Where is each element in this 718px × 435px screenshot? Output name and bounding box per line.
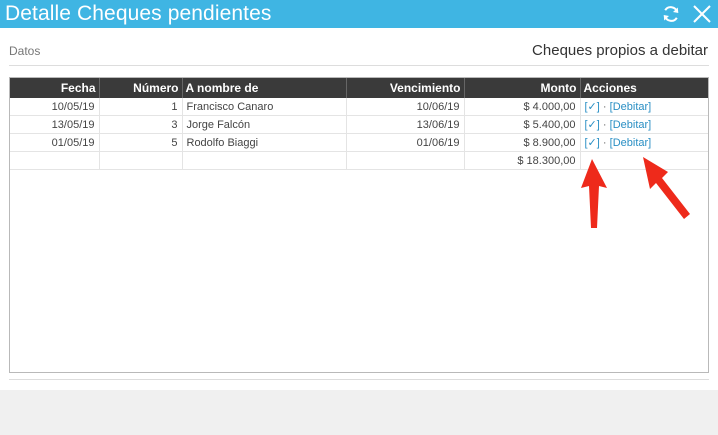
cell-vencimiento: 01/06/19	[346, 133, 465, 152]
confirm-check-link[interactable]: [✓]	[585, 101, 600, 113]
confirm-check-link[interactable]: [✓]	[585, 137, 600, 149]
divider	[9, 65, 709, 66]
cell-nombre: Rodolfo Biaggi	[182, 133, 347, 152]
table-row: 01/05/19 5 Rodolfo Biaggi 01/06/19 $ 8.9…	[10, 133, 708, 152]
cell-nombre: Francisco Canaro	[182, 98, 347, 116]
column-header-acciones: Acciones	[580, 78, 708, 98]
action-separator: ·	[602, 137, 607, 149]
cell-numero-link[interactable]: 5	[99, 133, 183, 152]
refresh-icon[interactable]	[661, 4, 681, 24]
divider	[9, 379, 709, 380]
cell-monto: $ 5.400,00	[464, 115, 581, 134]
debitar-link[interactable]: [Debitar]	[610, 101, 652, 113]
cell-numero-link[interactable]: 1	[99, 98, 183, 116]
column-header-fecha[interactable]: Fecha	[10, 78, 100, 98]
cell-monto: $ 8.900,00	[464, 133, 581, 152]
column-header-vencimiento[interactable]: Vencimiento	[346, 78, 465, 98]
debitar-link[interactable]: [Debitar]	[610, 137, 652, 149]
column-header-monto[interactable]: Monto	[464, 78, 581, 98]
cell-acciones: [✓] · [Debitar]	[580, 98, 708, 116]
checks-table: Fecha Número A nombre de Vencimiento Mon…	[10, 78, 708, 170]
cell-vencimiento: 10/06/19	[346, 98, 465, 116]
title-bar: Detalle Cheques pendientes	[0, 0, 718, 28]
total-amount: $ 18.300,00	[464, 151, 581, 170]
cell-fecha: 13/05/19	[10, 115, 100, 134]
confirm-check-link[interactable]: [✓]	[585, 119, 600, 131]
debitar-link[interactable]: [Debitar]	[610, 119, 652, 131]
table-row: 10/05/19 1 Francisco Canaro 10/06/19 $ 4…	[10, 98, 708, 116]
table-header-row: Fecha Número A nombre de Vencimiento Mon…	[10, 78, 708, 98]
empty-cell	[346, 151, 465, 170]
empty-cell	[99, 151, 183, 170]
cell-fecha: 01/05/19	[10, 133, 100, 152]
footer-bar	[0, 390, 718, 435]
action-separator: ·	[602, 119, 607, 131]
empty-cell	[10, 151, 100, 170]
cell-acciones: [✓] · [Debitar]	[580, 115, 708, 134]
section-title: Cheques propios a debitar	[532, 42, 708, 59]
cell-nombre: Jorge Falcón	[182, 115, 347, 134]
empty-cell	[580, 151, 708, 170]
section-label: Datos	[9, 44, 41, 58]
total-row: $ 18.300,00	[10, 151, 708, 170]
column-header-nombre[interactable]: A nombre de	[182, 78, 347, 98]
close-icon[interactable]	[692, 4, 712, 24]
window-title: Detalle Cheques pendientes	[5, 2, 272, 25]
table-row: 13/05/19 3 Jorge Falcón 13/06/19 $ 5.400…	[10, 115, 708, 134]
cell-monto: $ 4.000,00	[464, 98, 581, 116]
empty-cell	[182, 151, 347, 170]
action-separator: ·	[602, 101, 607, 113]
cell-numero-link[interactable]: 3	[99, 115, 183, 134]
cell-fecha: 10/05/19	[10, 98, 100, 116]
checks-grid: Fecha Número A nombre de Vencimiento Mon…	[9, 77, 709, 373]
cell-vencimiento: 13/06/19	[346, 115, 465, 134]
column-header-numero[interactable]: Número	[99, 78, 183, 98]
cell-acciones: [✓] · [Debitar]	[580, 133, 708, 152]
